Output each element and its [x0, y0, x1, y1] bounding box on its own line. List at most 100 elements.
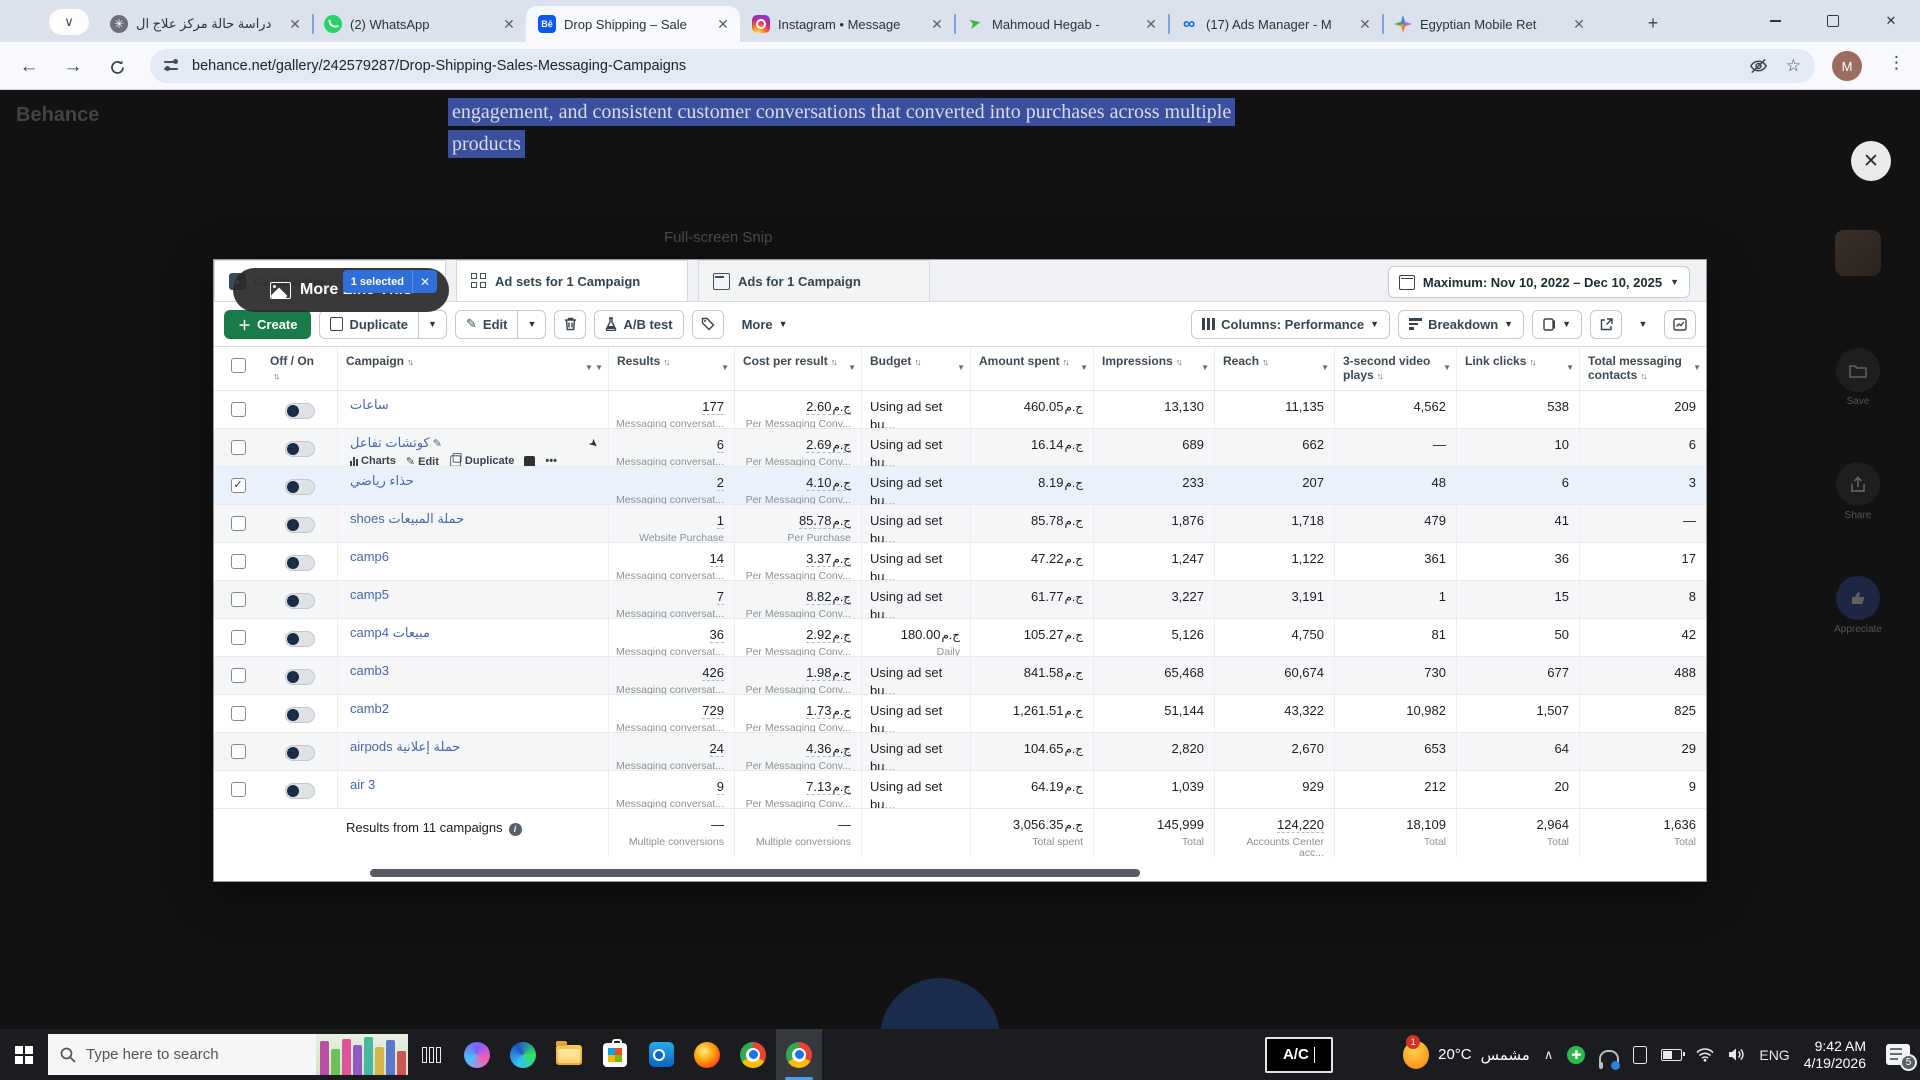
- header-contacts[interactable]: Total messaging contacts↑↓▼: [1580, 347, 1706, 390]
- campaign-link[interactable]: camp5: [350, 587, 389, 602]
- pin-action-icon[interactable]: [524, 456, 535, 467]
- campaign-link[interactable]: كوتشات تفاعل: [350, 435, 430, 450]
- browser-tab[interactable]: ∞(17) Ads Manager - M✕: [1168, 6, 1382, 42]
- campaign-name-cell[interactable]: shoes حملة المبيعات: [338, 505, 609, 542]
- taskbar-outlook[interactable]: [638, 1029, 684, 1080]
- site-settings-icon[interactable]: [164, 58, 182, 74]
- edit-button[interactable]: ✎ Edit: [455, 310, 518, 339]
- breakdown-button[interactable]: Breakdown ▼: [1398, 310, 1524, 339]
- campaign-name-cell[interactable]: air 3: [338, 771, 609, 808]
- taskbar-store[interactable]: [592, 1029, 638, 1080]
- row-toggle[interactable]: [262, 771, 338, 808]
- bookmark-star-icon[interactable]: ☆: [1786, 56, 1801, 76]
- header-cost[interactable]: Cost per result↑↓▼: [735, 347, 862, 390]
- campaign-name-cell[interactable]: حذاء رياضي: [338, 467, 609, 504]
- browser-tab[interactable]: ✳دراسة حالة مركز علاج ال✕: [98, 6, 312, 42]
- row-checkbox[interactable]: ✓: [214, 467, 262, 504]
- row-checkbox[interactable]: [214, 771, 262, 808]
- campaign-link[interactable]: air 3: [350, 777, 375, 792]
- row-checkbox[interactable]: [214, 619, 262, 656]
- speaker-icon[interactable]: [1728, 1047, 1745, 1062]
- forward-button[interactable]: →: [58, 52, 88, 82]
- address-bar[interactable]: behance.net/gallery/242579287/Drop-Shipp…: [150, 49, 1815, 83]
- header-video-plays[interactable]: 3-second video plays↑↓▼: [1335, 347, 1457, 390]
- rename-pencil-icon[interactable]: ✎: [430, 438, 442, 450]
- new-tab-button[interactable]: +: [1640, 10, 1666, 36]
- row-checkbox[interactable]: [214, 543, 262, 580]
- appreciate-thumbs-up-icon[interactable]: [1836, 576, 1880, 620]
- table-row[interactable]: shoes حملة المبيعات1Website Purchase85.7…: [214, 505, 1706, 543]
- table-row[interactable]: camp614Messaging conversat...3.37ج.مPer …: [214, 543, 1706, 581]
- campaign-name-cell[interactable]: airpods حملة إعلانية: [338, 733, 609, 770]
- maximize-button[interactable]: [1804, 0, 1862, 42]
- reports-button[interactable]: ▼: [1532, 310, 1582, 339]
- header-link-clicks[interactable]: Link clicks↑↓▼: [1457, 347, 1580, 390]
- start-button[interactable]: [0, 1029, 48, 1080]
- tab-search-button[interactable]: ∨: [49, 9, 89, 35]
- row-toggle[interactable]: [262, 695, 338, 732]
- date-range-picker[interactable]: Maximum: Nov 10, 2022 – Dec 10, 2025 ▼: [1388, 266, 1690, 298]
- weather-widget[interactable]: 1 20°C مشمس: [1403, 1041, 1530, 1069]
- header-campaign[interactable]: Campaign↑↓▼ ▼: [338, 347, 609, 390]
- ac-indicator[interactable]: A/C: [1265, 1037, 1333, 1073]
- campaign-name-cell[interactable]: كوتشات تفاعل ✎➤Charts✎ EditDuplicate•••: [338, 429, 609, 466]
- table-row[interactable]: camp57Messaging conversat...8.82ج.مPer M…: [214, 581, 1706, 619]
- table-row[interactable]: ساعات177Messaging conversat...2.60ج.مPer…: [214, 391, 1706, 429]
- tab-close-icon[interactable]: ✕: [286, 15, 304, 33]
- row-toggle[interactable]: [262, 619, 338, 656]
- header-spent[interactable]: Amount spent↑↓▼: [971, 347, 1094, 390]
- language-indicator[interactable]: ENG: [1759, 1047, 1789, 1063]
- edit-dropdown[interactable]: ▼: [518, 310, 546, 339]
- campaign-link[interactable]: حذاء رياضي: [350, 473, 414, 488]
- taskbar-edge[interactable]: [500, 1029, 546, 1080]
- header-results[interactable]: Results↑↓▼: [609, 347, 735, 390]
- campaign-link[interactable]: camp4 مبيعات: [350, 625, 430, 640]
- campaign-link[interactable]: ساعات: [350, 397, 389, 412]
- clear-selection-icon[interactable]: ✕: [412, 270, 437, 293]
- taskbar-chrome-active[interactable]: [776, 1029, 822, 1080]
- table-row[interactable]: كوتشات تفاعل ✎➤Charts✎ EditDuplicate•••6…: [214, 429, 1706, 467]
- row-toggle[interactable]: [262, 505, 338, 542]
- browser-tab[interactable]: (2) WhatsApp✕: [312, 6, 526, 42]
- minimize-button[interactable]: [1746, 0, 1804, 42]
- wifi-icon[interactable]: [1696, 1048, 1714, 1062]
- browser-tab[interactable]: ➤Mahmoud Hegab - ✕: [954, 6, 1168, 42]
- browser-menu-icon[interactable]: ⋮: [1888, 53, 1905, 73]
- search-highlight-books-art[interactable]: [316, 1034, 408, 1075]
- profile-avatar[interactable]: M: [1832, 51, 1862, 81]
- campaign-name-cell[interactable]: ساعات: [338, 391, 609, 428]
- battery-icon[interactable]: [1661, 1049, 1682, 1061]
- horizontal-scrollbar[interactable]: [370, 869, 1140, 877]
- duplicate-button[interactable]: Duplicate: [319, 310, 419, 339]
- row-toggle[interactable]: [262, 657, 338, 694]
- row-checkbox[interactable]: [214, 505, 262, 542]
- campaign-name-cell[interactable]: camp5: [338, 581, 609, 618]
- campaign-link[interactable]: camb3: [350, 663, 389, 678]
- phone-link-icon[interactable]: [1633, 1046, 1647, 1064]
- campaign-link[interactable]: camp6: [350, 549, 389, 564]
- tab-close-icon[interactable]: ✕: [1142, 15, 1160, 33]
- campaign-link[interactable]: airpods حملة إعلانية: [350, 739, 460, 754]
- create-button[interactable]: ＋ Create: [224, 310, 311, 339]
- row-toggle[interactable]: [262, 429, 338, 466]
- tab-ads[interactable]: Ads for 1 Campaign: [698, 260, 930, 301]
- header-impressions[interactable]: Impressions↑↓▼: [1094, 347, 1215, 390]
- campaign-name-cell[interactable]: camp4 مبيعات: [338, 619, 609, 656]
- row-checkbox[interactable]: [214, 391, 262, 428]
- table-row[interactable]: camb2729Messaging conversat...1.73ج.مPer…: [214, 695, 1706, 733]
- save-action[interactable]: Save: [1832, 348, 1884, 407]
- pin-icon[interactable]: ➤: [586, 436, 601, 452]
- header-budget[interactable]: Budget↑↓▼: [862, 347, 971, 390]
- columns-button[interactable]: Columns: Performance ▼: [1191, 310, 1390, 339]
- close-window-button[interactable]: ✕: [1862, 0, 1920, 42]
- export-dropdown[interactable]: ▼: [1630, 310, 1656, 339]
- browser-tab[interactable]: Instagram • Message✕: [740, 6, 954, 42]
- more-actions-icon[interactable]: •••: [545, 455, 557, 466]
- row-checkbox[interactable]: [214, 429, 262, 466]
- edit-action[interactable]: ✎ Edit: [406, 455, 439, 467]
- table-row[interactable]: airpods حملة إعلانية24Messaging conversa…: [214, 733, 1706, 771]
- taskbar-copilot[interactable]: [454, 1029, 500, 1080]
- export-button[interactable]: [1590, 310, 1622, 339]
- taskbar-firefox[interactable]: [684, 1029, 730, 1080]
- row-toggle[interactable]: [262, 543, 338, 580]
